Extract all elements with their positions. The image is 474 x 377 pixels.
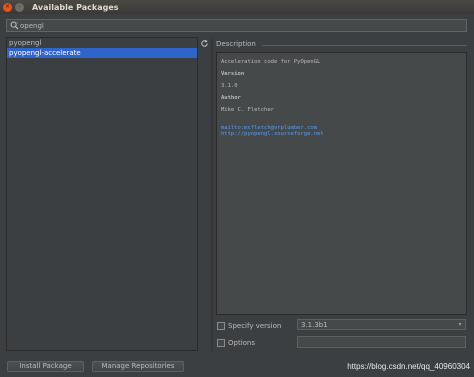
watermark-text: https://blog.csdn.net/qq_40960304 [347, 362, 470, 371]
close-icon: × [4, 3, 11, 10]
search-icon [10, 21, 19, 30]
minimize-icon: – [18, 3, 21, 10]
manage-repositories-button[interactable]: Manage Repositories [92, 361, 184, 372]
refresh-icon[interactable] [200, 39, 209, 48]
panel-splitter[interactable] [211, 37, 213, 351]
options-row: Options [217, 337, 255, 348]
chevron-down-icon: ▾ [458, 321, 462, 328]
close-window-button[interactable]: × [3, 2, 12, 12]
description-panel: Acceleration code for PyOpenGL Version 3… [216, 52, 467, 315]
version-dropdown[interactable]: 3.1.3b1 ▾ [297, 319, 466, 330]
homepage-link[interactable]: http://pyopengl.sourceforge.net [221, 131, 466, 137]
options-label: Options [228, 338, 256, 347]
list-item[interactable]: pyopengl [7, 38, 197, 48]
specify-version-checkbox[interactable] [217, 321, 225, 330]
window-title: Available Packages [32, 2, 119, 12]
options-input[interactable] [297, 336, 466, 348]
search-input[interactable] [19, 20, 466, 31]
search-box[interactable] [6, 19, 467, 32]
version-dropdown-value: 3.1.3b1 [301, 320, 328, 329]
specify-version-label: Specify version [228, 321, 282, 330]
package-list[interactable]: pyopengl pyopengl-accelerate [6, 37, 198, 351]
description-divider [262, 45, 467, 46]
description-label: Description [216, 40, 256, 48]
minimize-window-button[interactable]: – [15, 2, 24, 12]
title-bar: × – Available Packages [0, 0, 474, 14]
install-package-button[interactable]: Install Package [7, 361, 84, 372]
list-item-selected[interactable]: pyopengl-accelerate [7, 48, 197, 58]
specify-version-row: Specify version [217, 320, 281, 331]
options-checkbox[interactable] [217, 338, 225, 347]
